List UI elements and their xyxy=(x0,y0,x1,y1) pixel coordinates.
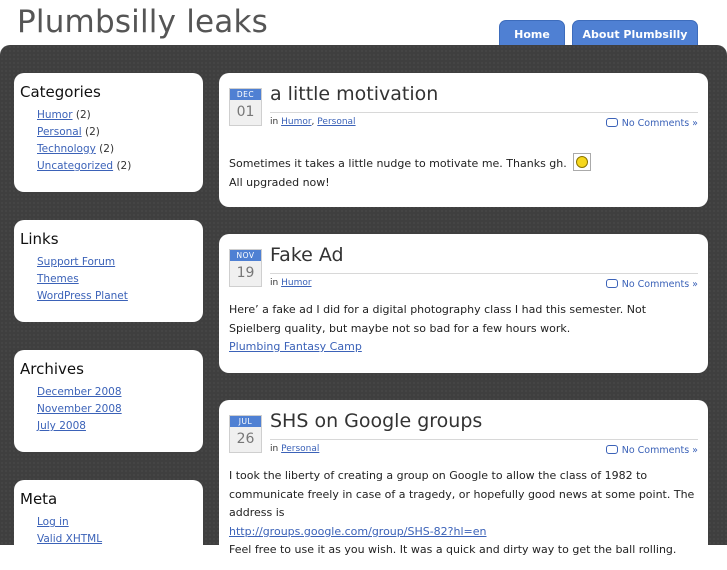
comment-icon xyxy=(605,279,618,288)
post-paragraph: Here’ a fake ad I did for a digital phot… xyxy=(229,303,647,335)
post-category-personal[interactable]: Personal xyxy=(281,444,319,454)
link-wordpress-planet[interactable]: WordPress Planet xyxy=(37,290,128,302)
date-day: 01 xyxy=(236,104,255,120)
category-link-humor[interactable]: Humor xyxy=(37,109,73,121)
meta-link-valid-xhtml[interactable]: Valid XHTML xyxy=(37,533,102,545)
sidebar-meta: Meta Log in Valid XHTML xyxy=(14,480,203,560)
post-meta: in Humor, Personal No Comments » xyxy=(270,112,698,129)
comments-link[interactable]: No Comments » xyxy=(605,444,698,456)
comment-icon xyxy=(605,445,618,454)
in-label: in xyxy=(270,444,279,454)
link-item: Themes xyxy=(37,271,197,288)
links-heading: Links xyxy=(20,230,59,248)
category-separator: , xyxy=(311,117,315,127)
category-link-uncategorized[interactable]: Uncategorized xyxy=(37,160,113,172)
archive-item: November 2008 xyxy=(37,401,197,418)
date-badge: NOV 19 xyxy=(229,249,262,287)
link-item: Support Forum xyxy=(37,254,197,271)
date-month: NOV xyxy=(230,250,261,261)
sidebar-links: Links Support Forum Themes WordPress Pla… xyxy=(14,220,203,322)
post-paragraph: I took the liberty of creating a group o… xyxy=(229,469,695,519)
post-meta: in Humor No Comments » xyxy=(270,273,698,290)
in-label: in xyxy=(270,278,279,288)
post-line: Sometimes it takes a little nudge to mot… xyxy=(229,157,567,170)
meta-item: Valid XHTML xyxy=(37,531,197,548)
meta-item: Log in xyxy=(37,514,197,531)
comments-label: No Comments » xyxy=(621,279,698,290)
link-item: WordPress Planet xyxy=(37,288,197,305)
comments-label: No Comments » xyxy=(621,118,698,129)
plumbing-fantasy-camp-link[interactable]: Plumbing Fantasy Camp xyxy=(229,340,362,353)
date-day: 26 xyxy=(236,431,255,447)
google-group-link[interactable]: http://groups.google.com/group/SHS-82?hl… xyxy=(229,525,487,538)
post-paragraph: Feel free to use it as you wish. It was … xyxy=(229,543,677,556)
post-title[interactable]: Fake Ad xyxy=(270,244,344,266)
archives-heading: Archives xyxy=(20,360,84,378)
sidebar-categories: Categories Humor (2) Personal (2) Techno… xyxy=(14,73,203,192)
in-label: in xyxy=(270,117,279,127)
post-body: I took the liberty of creating a group o… xyxy=(229,467,696,560)
smiley-icon xyxy=(572,153,591,171)
archive-link-december-2008[interactable]: December 2008 xyxy=(37,386,122,398)
date-month: DEC xyxy=(230,89,261,100)
post-title[interactable]: SHS on Google groups xyxy=(270,410,482,432)
post-card: NOV 19 Fake Ad in Humor No Comments » He… xyxy=(219,234,708,373)
category-item: Personal (2) xyxy=(37,124,197,141)
post-meta: in Personal No Comments » xyxy=(270,439,698,456)
post-paragraph: Plumbing Fantasy Camp xyxy=(229,338,696,357)
comment-icon xyxy=(605,118,618,127)
archive-link-july-2008[interactable]: July 2008 xyxy=(37,420,86,432)
date-badge: DEC 01 xyxy=(229,88,262,126)
post-body: Sometimes it takes a little nudge to mot… xyxy=(229,153,696,192)
post-paragraph: All upgraded now! xyxy=(229,175,330,189)
date-badge: JUL 26 xyxy=(229,415,262,453)
post-title[interactable]: a little motivation xyxy=(270,83,438,105)
meta-link-log-in[interactable]: Log in xyxy=(37,516,69,528)
link-support-forum[interactable]: Support Forum xyxy=(37,256,115,268)
archive-link-november-2008[interactable]: November 2008 xyxy=(37,403,122,415)
category-item: Humor (2) xyxy=(37,107,197,124)
archive-item: December 2008 xyxy=(37,384,197,401)
site-title[interactable]: Plumbsilly leaks xyxy=(17,4,268,40)
post-paragraph: http://groups.google.com/group/SHS-82?hl… xyxy=(229,523,696,542)
post-paragraph: Sometimes it takes a little nudge to mot… xyxy=(229,153,696,174)
post-category-humor[interactable]: Humor xyxy=(281,117,311,127)
post-card: DEC 01 a little motivation in Humor, Per… xyxy=(219,73,708,207)
post-category-humor[interactable]: Humor xyxy=(281,278,311,288)
category-link-technology[interactable]: Technology xyxy=(37,143,96,155)
category-count: (2) xyxy=(75,109,91,121)
date-month: JUL xyxy=(230,416,261,427)
meta-heading: Meta xyxy=(20,490,58,508)
category-count: (2) xyxy=(116,160,132,172)
category-item: Uncategorized (2) xyxy=(37,158,197,175)
comments-link[interactable]: No Comments » xyxy=(605,278,698,290)
archive-item: July 2008 xyxy=(37,418,197,435)
date-day: 19 xyxy=(236,265,255,281)
category-link-personal[interactable]: Personal xyxy=(37,126,82,138)
post-body: Here’ a fake ad I did for a digital phot… xyxy=(229,301,696,357)
comments-link[interactable]: No Comments » xyxy=(605,117,698,129)
category-count: (2) xyxy=(99,143,115,155)
post-category-personal[interactable]: Personal xyxy=(317,117,355,127)
categories-heading: Categories xyxy=(20,83,101,101)
category-item: Technology (2) xyxy=(37,141,197,158)
category-count: (2) xyxy=(84,126,100,138)
sidebar-archives: Archives December 2008 November 2008 Jul… xyxy=(14,350,203,452)
comments-label: No Comments » xyxy=(621,445,698,456)
link-themes[interactable]: Themes xyxy=(37,273,79,285)
